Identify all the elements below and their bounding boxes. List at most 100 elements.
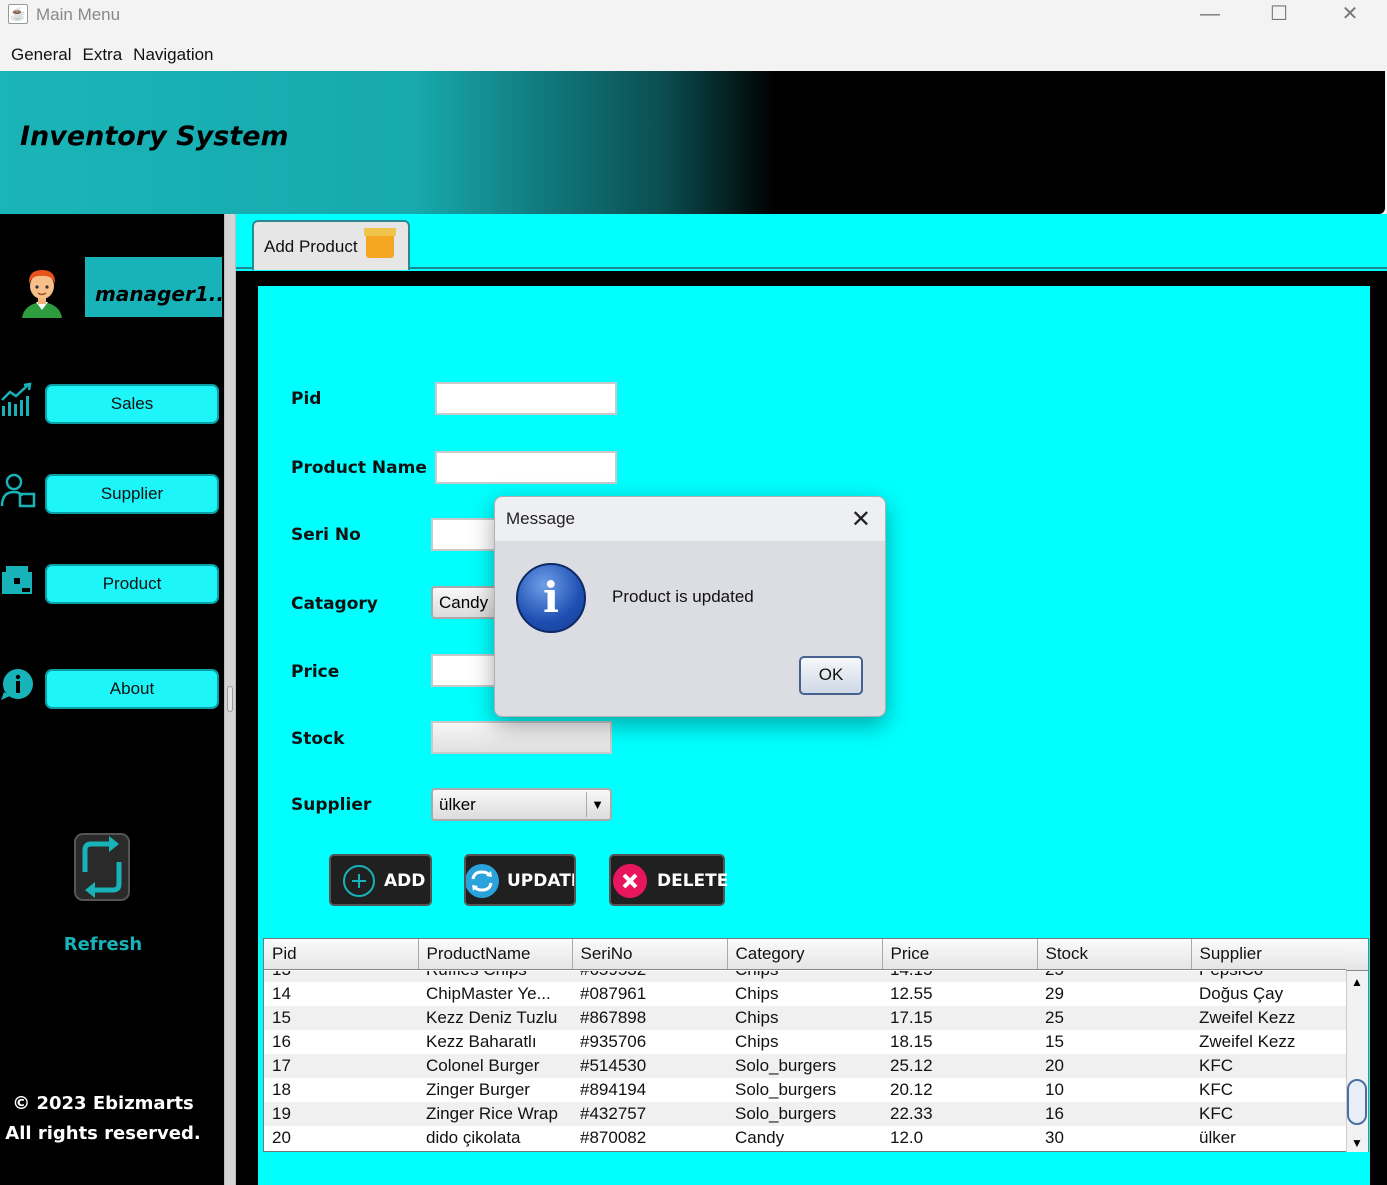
supplier-label: Supplier [291,795,372,815]
column-header-price[interactable]: Price [882,939,1038,970]
column-header-serino[interactable]: SeriNo [572,939,728,970]
pid-label: Pid [291,389,322,409]
table-row[interactable]: 17 Colonel Burger #514530 Solo_burgers 25.12… [264,1054,1346,1078]
column-header-supplier[interactable]: Supplier [1191,939,1347,970]
about-info-icon [1,669,33,700]
ok-button[interactable]: OK [799,656,863,695]
maximize-button[interactable]: ☐ [1244,0,1314,30]
add-product-panel: Pid Product Name Seri No Catagory Candy … [258,286,1370,1185]
product-box-icon [2,566,32,594]
stock-input[interactable] [431,721,612,754]
category-selected-value: Candy [439,593,489,612]
table-row[interactable]: 20 dido çikolata #870082 Candy 12.0 30 ülker [264,1126,1346,1150]
close-window-button[interactable]: ✕ [1315,0,1385,30]
sales-button[interactable]: Sales [45,384,219,424]
table-cell: 20 [272,1128,291,1147]
refresh-label[interactable]: Refresh [0,934,206,955]
table-cell: #870082 [580,1128,647,1147]
table-cell: 22.33 [882,1102,1037,1126]
column-header-stock[interactable]: Stock [1037,939,1192,970]
table-cell: Solo_burgers [735,1080,837,1099]
copyright-text: © 2023 Ebizmarts All rights reserved. [0,1089,206,1149]
table-cell: 15 [264,1006,418,1030]
scrollbar-thumb[interactable] [1347,1079,1367,1125]
split-pane-divider[interactable] [224,214,236,1185]
table-cell: Ruffles Chips [418,971,572,982]
window-title: Main Menu [36,5,121,24]
add-button[interactable]: ADD [329,854,432,906]
update-button[interactable]: UPDATE [464,854,576,906]
table-row[interactable]: 16 Kezz Baharatlı #935706 Chips 18.15 15 Zweif… [264,1030,1346,1054]
seri-no-label: Seri No [291,525,361,545]
category-label: Catagory [291,594,378,614]
about-button[interactable]: About [45,669,219,709]
refresh-icon[interactable] [73,832,131,904]
pid-input[interactable] [435,382,617,415]
table-cell: KFC [1199,1080,1233,1099]
add-button-label: ADD [384,871,426,891]
supplier-select[interactable]: ülker ▼ [431,788,612,821]
dialog-title: Message [495,497,885,541]
product-name-input[interactable] [435,451,617,484]
tab-add-product-label: Add Product [264,237,358,256]
table-cell: 30 [1045,1128,1064,1147]
table-cell: ChipMaster Ye... [426,984,551,1003]
table-cell: Zweifel Kezz [1191,1006,1346,1030]
tab-add-product[interactable]: Add Product [252,220,410,270]
copyright-line-1: © 2023 Ebizmarts [12,1093,194,1114]
table-cell: PepsiCo [1191,971,1346,982]
table-row[interactable]: 15 Kezz Deniz Tuzlu #867898 Chips 17.15 25 Zwe… [264,1006,1346,1030]
table-cell: Candy [735,1128,785,1147]
product-table[interactable]: Pid ProductName SeriNo Category Price St… [263,938,1369,1152]
menu-navigation[interactable]: Navigation [133,36,213,65]
scroll-up-arrow-icon[interactable]: ▲ [1351,975,1363,989]
panel-frame: Pid Product Name Seri No Catagory Candy … [236,271,1387,1185]
supplier-button[interactable]: Supplier [45,474,219,514]
table-row[interactable]: 18 Zinger Burger #894194 Solo_burgers 20.12 1… [264,1078,1346,1102]
chevron-down-icon[interactable]: ▼ [586,792,608,817]
product-name-label: Product Name [291,458,427,478]
table-cell: Chips [727,1006,882,1030]
table-cell: Zweifel Kezz [1199,1032,1296,1051]
scroll-down-arrow-icon[interactable]: ▼ [1351,1136,1363,1150]
table-row[interactable]: 13Ruffles Chips#659532Chips14.1525PepsiC… [264,971,1346,982]
table-cell: 18.15 [890,1032,933,1051]
table-cell: Zinger Rice Wrap [418,1102,572,1126]
delete-x-icon [613,864,647,898]
table-cell: Zinger Burger [426,1080,530,1099]
table-row[interactable]: 19 Zinger Rice Wrap #432757 Solo_burgers 22.… [264,1102,1346,1126]
delete-button[interactable]: DELETE [609,854,729,906]
table-cell: #087961 [580,984,647,1003]
menu-general[interactable]: General [11,36,71,65]
table-scrollbar[interactable]: ▲ ▼ [1346,971,1368,1152]
table-cell: 12.0 [890,1128,924,1147]
copyright-line-2: All rights reserved. [5,1123,201,1144]
table-body: 13Ruffles Chips#659532Chips14.1525PepsiC… [264,971,1346,1150]
table-cell: Solo_burgers [727,1054,882,1078]
minimize-button[interactable]: — [1175,0,1245,30]
delete-button-label: DELETE [657,871,729,891]
menu-extra[interactable]: Extra [82,36,122,65]
column-header-category[interactable]: Category [727,939,883,970]
table-cell: #432757 [572,1102,727,1126]
divider-grip[interactable] [227,686,233,712]
add-plus-icon [343,865,375,897]
supplier-selected-value: ülker [439,795,476,814]
table-cell: 13 [264,971,418,982]
table-cell: Kezz Baharatlı [426,1032,537,1051]
column-header-productname[interactable]: ProductName [418,939,573,970]
table-cell: 15 [1045,1032,1064,1051]
column-header-pid[interactable]: Pid [264,939,419,970]
table-cell: Colonel Burger [418,1054,572,1078]
table-cell: KFC [1191,1102,1346,1126]
stock-label: Stock [291,729,345,749]
table-cell: Chips [727,971,882,982]
table-cell: 18 [272,1080,291,1099]
table-cell: 29 [1045,984,1064,1003]
product-button[interactable]: Product [45,564,219,604]
table-row[interactable]: 14 ChipMaster Ye... #087961 Chips 12.55 29 Doğ… [264,982,1346,1006]
title-bar: ☕ Main Menu — ☐ ✕ [0,0,1387,36]
username-text: manager1... [95,282,222,306]
table-cell: #935706 [580,1032,647,1051]
dialog-close-button[interactable]: ✕ [851,505,871,534]
